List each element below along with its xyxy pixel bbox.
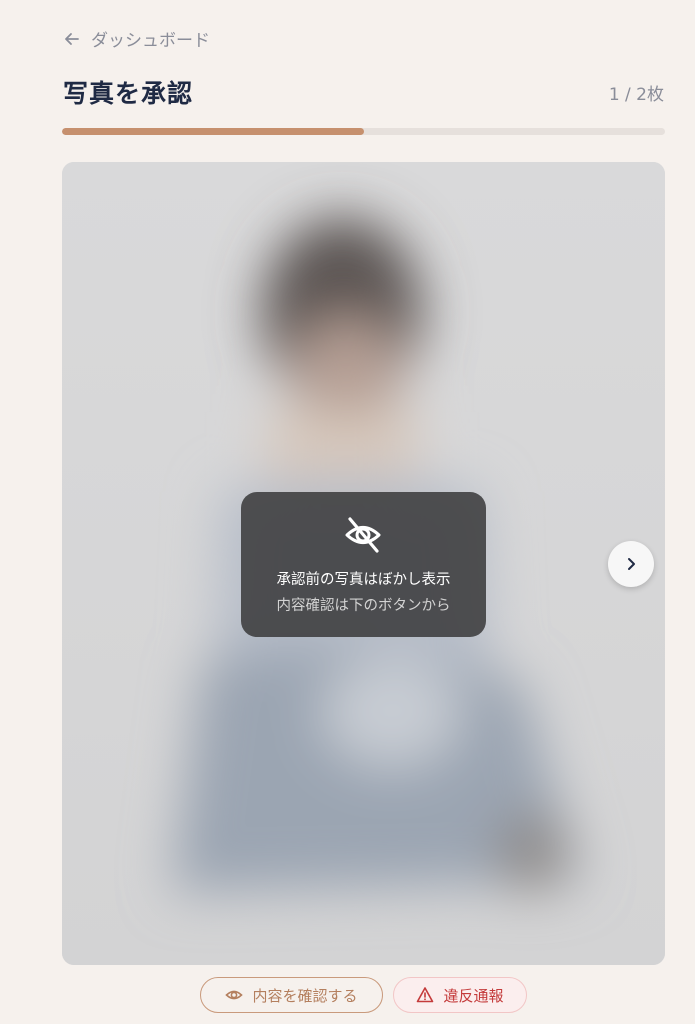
report-violation-button[interactable]: 違反通報: [393, 977, 527, 1013]
back-to-dashboard-link[interactable]: ダッシュボード: [63, 26, 210, 51]
confirm-content-button[interactable]: 内容を確認する: [200, 977, 383, 1013]
blur-notice-subtitle: 内容確認は下のボタンから: [276, 598, 451, 614]
page-title: 写真を承認: [63, 79, 194, 108]
eye-off-icon: [345, 517, 381, 553]
arrow-left-icon: [65, 32, 79, 45]
eye-icon: [225, 990, 244, 1000]
chevron-right-icon: [628, 558, 635, 570]
progress-bar: [62, 128, 665, 135]
blur-notice: 承認前の写真はぼかし表示 内容確認は下のボタンから: [241, 492, 486, 637]
photo-counter: 1 / 2枚: [608, 85, 664, 105]
confirm-content-label: 内容を確認する: [252, 986, 358, 1005]
back-link-label: ダッシュボード: [91, 31, 210, 51]
next-photo-button[interactable]: [608, 541, 654, 587]
photo-preview: 承認前の写真はぼかし表示 内容確認は下のボタンから: [62, 162, 665, 965]
report-violation-label: 違反通報: [443, 986, 504, 1005]
warning-triangle-icon: [417, 987, 434, 1003]
progress-fill: [62, 128, 364, 135]
blur-notice-title: 承認前の写真はぼかし表示: [276, 572, 451, 588]
